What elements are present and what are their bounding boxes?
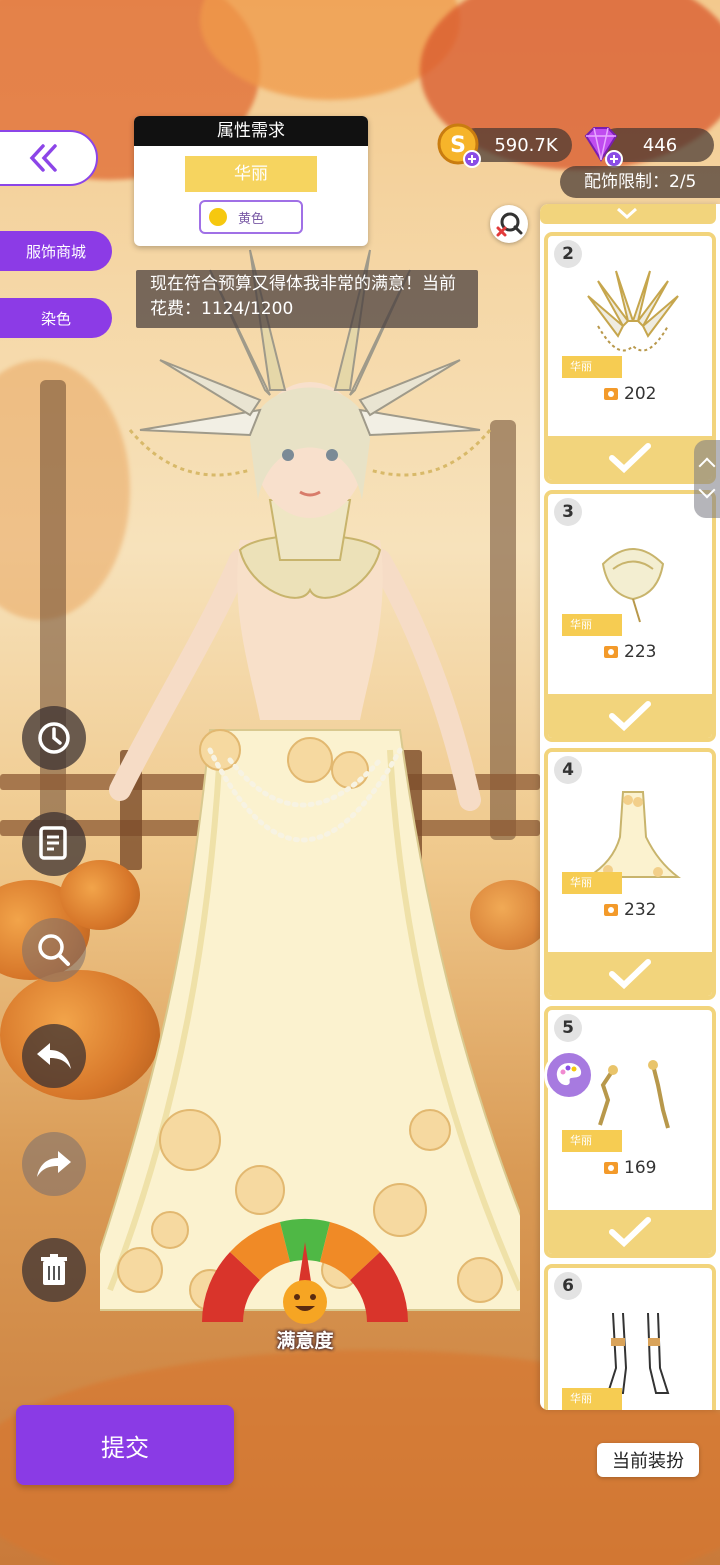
gauge-arc	[202, 1218, 408, 1324]
item-price: 223	[604, 642, 656, 662]
zoom-button[interactable]	[22, 918, 86, 982]
item-number: 4	[554, 756, 582, 784]
clear-button[interactable]	[22, 1238, 86, 1302]
item-equipped-check[interactable]	[548, 436, 712, 480]
checkmark-icon	[609, 701, 651, 732]
dye-button[interactable]: 染色	[0, 298, 112, 338]
color-requirement: 黄色	[199, 200, 303, 234]
gem-icon[interactable]	[578, 122, 624, 168]
earrings-icon	[598, 1060, 670, 1129]
item-price: 232	[604, 900, 656, 920]
dye-palette-button[interactable]	[544, 1050, 594, 1100]
accessory-limit: 配饰限制：2/5	[560, 166, 720, 198]
equipped-items-panel[interactable]: 2 华丽 202 3 华丽 223 4 华丽 232 5 华丽 169 6 华丽	[540, 204, 720, 1410]
shop-button[interactable]: 服饰商城	[0, 231, 112, 271]
color-label: 黄色	[237, 211, 264, 227]
current-outfit-button[interactable]: 当前装扮	[597, 1443, 699, 1477]
item-equipped-check[interactable]	[548, 952, 712, 996]
gem-amount: 446	[642, 134, 678, 156]
item-card[interactable]: 5 华丽 169	[544, 1006, 716, 1258]
item-tag: 华丽	[562, 356, 622, 378]
panel-top-strip	[540, 204, 716, 224]
requirement-card: 属性需求 华丽 黄色	[134, 116, 368, 246]
camera-coin-icon	[604, 904, 618, 916]
undo-button[interactable]	[22, 1024, 86, 1088]
camera-coin-icon	[604, 646, 618, 658]
dressed-character	[100, 249, 520, 1311]
item-price: 202	[604, 384, 656, 404]
item-number: 3	[554, 498, 582, 526]
panel-scroll-handle[interactable]	[694, 440, 720, 518]
item-price-value: 169	[624, 1158, 657, 1178]
magnifier-icon	[38, 934, 70, 966]
checkmark-icon	[609, 443, 651, 474]
zoom-reset-button[interactable]	[490, 205, 528, 243]
customer-comment: 现在符合预算又得体我非常的满意！当前花费：1124/1200	[136, 270, 478, 328]
gold-amount: 590.7K	[494, 134, 558, 156]
history-button[interactable]	[22, 706, 86, 770]
undo-arrow-icon	[37, 1043, 71, 1069]
palette-icon	[556, 1063, 582, 1086]
item-equipped-check[interactable]	[548, 694, 712, 738]
redo-arrow-icon	[37, 1151, 71, 1177]
item-tag: 华丽	[562, 1388, 622, 1410]
item-card[interactable]: 2 华丽 202	[544, 232, 716, 484]
double-chevron-left-icon	[29, 144, 57, 172]
item-tag: 华丽	[562, 1130, 622, 1152]
gold-coin-icon[interactable]: S	[436, 122, 482, 168]
item-number: 5	[554, 1014, 582, 1042]
camera-coin-icon	[604, 388, 618, 400]
satisfaction-label: 满意度	[276, 1330, 334, 1352]
notes-button[interactable]	[22, 812, 86, 876]
checkmark-icon	[609, 1217, 651, 1248]
magnifier-cancel-icon	[496, 212, 523, 237]
camera-coin-icon	[604, 1162, 618, 1174]
clock-history-icon	[38, 722, 70, 754]
item-tag: 华丽	[562, 614, 622, 636]
item-number: 2	[554, 240, 582, 268]
item-equipped-check[interactable]	[548, 1210, 712, 1254]
item-tag: 华丽	[562, 872, 622, 894]
submit-button[interactable]: 提交	[16, 1405, 234, 1485]
document-list-icon	[39, 826, 67, 860]
redo-button[interactable]	[22, 1132, 86, 1196]
satisfaction-gauge: 满意度	[194, 1212, 416, 1362]
item-card[interactable]: 4 华丽 232	[544, 748, 716, 1000]
necklace-icon	[601, 548, 665, 623]
requirement-title: 属性需求	[134, 116, 368, 146]
style-tag: 华丽	[185, 156, 317, 192]
color-dot-icon	[209, 208, 227, 226]
svg-text:S: S	[450, 133, 466, 158]
back-button[interactable]	[0, 130, 98, 186]
item-card[interactable]: 6 华丽	[544, 1264, 716, 1410]
checkmark-icon	[609, 959, 651, 990]
item-price-value: 202	[624, 384, 657, 404]
item-price: 169	[604, 1158, 656, 1178]
stockings-icon	[606, 1312, 670, 1394]
mermaid-skirt-icon	[584, 791, 681, 878]
item-price-value: 232	[624, 900, 657, 920]
item-price-value: 223	[624, 642, 657, 662]
dye-label: 染色	[40, 309, 71, 328]
shop-label: 服饰商城	[25, 242, 86, 261]
item-number: 6	[554, 1272, 582, 1300]
wing-headpiece-icon	[587, 270, 679, 352]
trash-icon	[41, 1254, 67, 1285]
chevron-down-icon	[617, 207, 637, 220]
item-card[interactable]: 3 华丽 223	[544, 490, 716, 742]
